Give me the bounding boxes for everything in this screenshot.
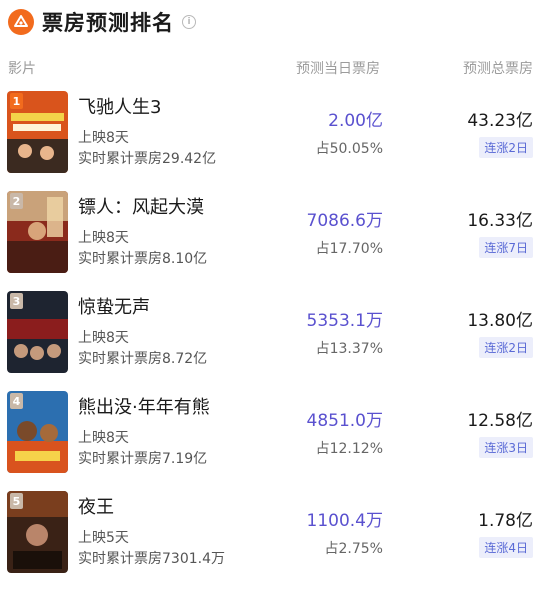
release-days: 上映8天	[78, 230, 129, 246]
predicted-today-value: 2.00亿	[328, 111, 383, 131]
cumulative-box-office: 实时累计票房7.19亿	[78, 451, 208, 467]
streak-badge: 连涨7日	[479, 237, 533, 258]
streak-badge: 连涨4日	[479, 537, 533, 558]
share-percent: 占12.12%	[315, 441, 383, 457]
rank-badge: 5	[10, 493, 23, 509]
predicted-today-value: 1100.4万	[306, 511, 383, 531]
cumulative-box-office: 实时累计票房8.10亿	[78, 251, 208, 267]
predicted-total-value: 43.23亿	[467, 111, 533, 131]
streak-badge: 连涨3日	[479, 437, 533, 458]
predicted-total-value: 12.58亿	[467, 411, 533, 431]
film-row[interactable]: 1 飞驰人生3 上映8天 实时累计票房29.42亿 2.00亿 占50.05% …	[0, 91, 550, 191]
predicted-today-value: 5353.1万	[306, 311, 383, 331]
column-header-predicted-today: 预测当日票房	[296, 61, 380, 77]
film-poster[interactable]: 1	[7, 91, 68, 173]
page-title: 票房预测排名	[42, 11, 174, 35]
film-row[interactable]: 3 惊蛰无声 上映8天 实时累计票房8.72亿 5353.1万 占13.37% …	[0, 291, 550, 391]
share-percent: 占2.75%	[324, 541, 383, 557]
film-poster[interactable]: 5	[7, 491, 68, 573]
rank-badge: 2	[10, 193, 23, 209]
film-poster[interactable]: 2	[7, 191, 68, 273]
film-name[interactable]: 镖人：风起大漠	[78, 193, 204, 219]
predicted-total-value: 16.33亿	[467, 211, 533, 231]
film-name[interactable]: 熊出没·年年有熊	[78, 393, 210, 419]
release-days: 上映8天	[78, 130, 129, 146]
film-poster[interactable]: 3	[7, 291, 68, 373]
streak-badge: 连涨2日	[479, 137, 533, 158]
rank-badge: 3	[10, 293, 23, 309]
predicted-total-value: 13.80亿	[467, 311, 533, 331]
cumulative-box-office: 实时累计票房8.72亿	[78, 351, 208, 367]
column-header-film: 影片	[8, 61, 36, 77]
film-row[interactable]: 4 熊出没·年年有熊 上映8天 实时累计票房7.19亿 4851.0万 占12.…	[0, 391, 550, 491]
release-days: 上映5天	[78, 530, 129, 546]
release-days: 上映8天	[78, 430, 129, 446]
rank-badge: 1	[10, 93, 23, 109]
page-header: 票房预测排名 i	[8, 6, 196, 38]
box-office-logo-icon	[8, 9, 34, 35]
film-name[interactable]: 夜王	[78, 493, 114, 519]
film-row[interactable]: 5 夜王 上映5天 实时累计票房7301.4万 1100.4万 占2.75% 1…	[0, 491, 550, 591]
share-percent: 占50.05%	[315, 141, 383, 157]
film-poster[interactable]: 4	[7, 391, 68, 473]
film-name[interactable]: 惊蛰无声	[78, 293, 150, 319]
rank-badge: 4	[10, 393, 23, 409]
predicted-total-value: 1.78亿	[478, 511, 533, 531]
info-icon[interactable]: i	[182, 15, 196, 29]
share-percent: 占17.70%	[315, 241, 383, 257]
release-days: 上映8天	[78, 330, 129, 346]
share-percent: 占13.37%	[315, 341, 383, 357]
cumulative-box-office: 实时累计票房7301.4万	[78, 551, 225, 567]
film-name[interactable]: 飞驰人生3	[78, 93, 161, 119]
film-row[interactable]: 2 镖人：风起大漠 上映8天 实时累计票房8.10亿 7086.6万 占17.7…	[0, 191, 550, 291]
column-header-predicted-total: 预测总票房	[463, 61, 533, 77]
predicted-today-value: 4851.0万	[306, 411, 383, 431]
streak-badge: 连涨2日	[479, 337, 533, 358]
predicted-today-value: 7086.6万	[306, 211, 383, 231]
cumulative-box-office: 实时累计票房29.42亿	[78, 151, 217, 167]
